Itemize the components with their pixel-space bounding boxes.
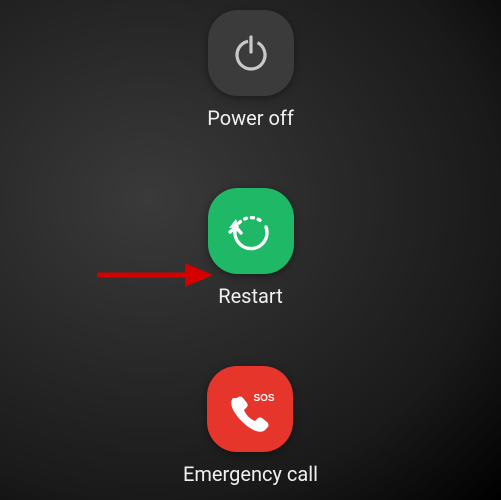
svg-text:SOS: SOS	[254, 393, 275, 404]
emergency-call-button[interactable]: SOS Emergency call	[183, 366, 318, 486]
restart-icon-bg	[208, 188, 294, 274]
phone-sos-icon: SOS	[222, 381, 278, 437]
restart-button[interactable]: Restart	[208, 188, 294, 308]
power-menu: Power off	[0, 0, 501, 500]
emergency-icon-bg: SOS	[207, 366, 293, 452]
power-off-icon-bg	[208, 10, 294, 96]
emergency-label: Emergency call	[183, 462, 318, 486]
power-icon	[228, 30, 274, 76]
power-off-button[interactable]: Power off	[207, 10, 294, 130]
restart-label: Restart	[218, 284, 282, 308]
power-off-label: Power off	[207, 106, 294, 130]
restart-icon	[225, 205, 277, 257]
